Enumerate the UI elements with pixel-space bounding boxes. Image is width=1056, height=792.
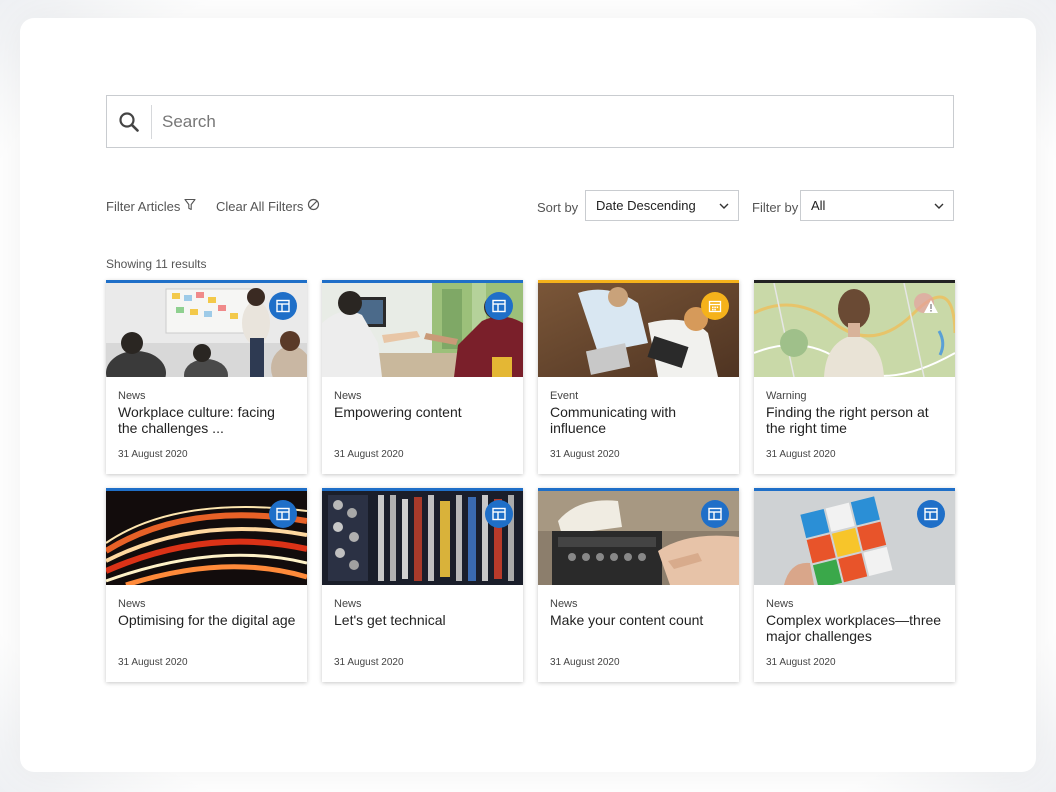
filter-articles-label: Filter Articles — [106, 198, 181, 214]
article-date: 31 August 2020 — [766, 657, 836, 668]
article-title[interactable]: Optimising for the digital age — [118, 612, 298, 628]
article-date: 31 August 2020 — [334, 657, 404, 668]
article-title[interactable]: Make your content count — [550, 612, 730, 628]
chevron-down-icon — [718, 200, 730, 215]
chevron-down-icon — [933, 200, 945, 215]
sort-select[interactable]: Date Descending — [585, 190, 739, 221]
warning-icon — [917, 292, 945, 320]
article-card[interactable]: News Optimising for the digital age 31 A… — [106, 488, 307, 682]
article-title[interactable]: Empowering content — [334, 404, 514, 420]
article-icon — [701, 500, 729, 528]
article-card[interactable]: Warning Finding the right person at the … — [754, 280, 955, 474]
clear-icon — [303, 198, 320, 214]
search-bar[interactable] — [106, 95, 954, 148]
article-category: News — [118, 390, 146, 402]
article-date: 31 August 2020 — [118, 449, 188, 460]
article-category: News — [118, 598, 146, 610]
article-category: News — [334, 390, 362, 402]
article-date: 31 August 2020 — [334, 449, 404, 460]
article-category: News — [550, 598, 578, 610]
article-title[interactable]: Complex workplaces—three major challenge… — [766, 612, 946, 644]
article-card[interactable]: News Let's get technical 31 August 2020 — [322, 488, 523, 682]
clear-filters-button[interactable]: Clear All Filters — [216, 190, 320, 222]
article-category: Warning — [766, 390, 807, 402]
article-date: 31 August 2020 — [766, 449, 836, 460]
calendar-icon — [701, 292, 729, 320]
article-category: News — [766, 598, 794, 610]
article-icon — [917, 500, 945, 528]
article-grid: News Workplace culture: facing the chall… — [106, 280, 955, 683]
article-title[interactable]: Finding the right person at the right ti… — [766, 404, 946, 436]
search-input[interactable] — [152, 96, 953, 147]
article-card[interactable]: Event Communicating with influence 31 Au… — [538, 280, 739, 474]
article-icon — [485, 292, 513, 320]
article-date: 31 August 2020 — [550, 657, 620, 668]
filter-by-select[interactable]: All — [800, 190, 954, 221]
filter-toolbar: Filter Articles Clear All Filters Sort b… — [106, 190, 954, 222]
filter-icon — [180, 198, 196, 214]
article-category: News — [334, 598, 362, 610]
article-category: Event — [550, 390, 579, 402]
article-title[interactable]: Communicating with influence — [550, 404, 730, 436]
article-icon — [269, 500, 297, 528]
sort-select-value: Date Descending — [596, 198, 696, 213]
article-card[interactable]: News Make your content count 31 August 2… — [538, 488, 739, 682]
article-icon — [485, 500, 513, 528]
article-card[interactable]: News Workplace culture: facing the chall… — [106, 280, 307, 474]
article-card[interactable]: News Empowering content 31 August 2020 — [322, 280, 523, 474]
filter-by-select-value: All — [811, 198, 826, 213]
results-count: Showing 11 results — [106, 257, 207, 271]
filter-by-label: Filter by — [752, 199, 799, 215]
article-date: 31 August 2020 — [550, 449, 620, 460]
article-icon — [269, 292, 297, 320]
filter-articles-button[interactable]: Filter Articles — [106, 190, 196, 222]
sort-by-label: Sort by — [537, 199, 579, 215]
article-date: 31 August 2020 — [118, 657, 188, 668]
clear-filters-label: Clear All Filters — [216, 198, 304, 214]
article-title[interactable]: Let's get technical — [334, 612, 514, 628]
search-icon[interactable] — [107, 96, 151, 147]
article-card[interactable]: News Complex workplaces—three major chal… — [754, 488, 955, 682]
article-title[interactable]: Workplace culture: facing the challenges… — [118, 404, 298, 436]
